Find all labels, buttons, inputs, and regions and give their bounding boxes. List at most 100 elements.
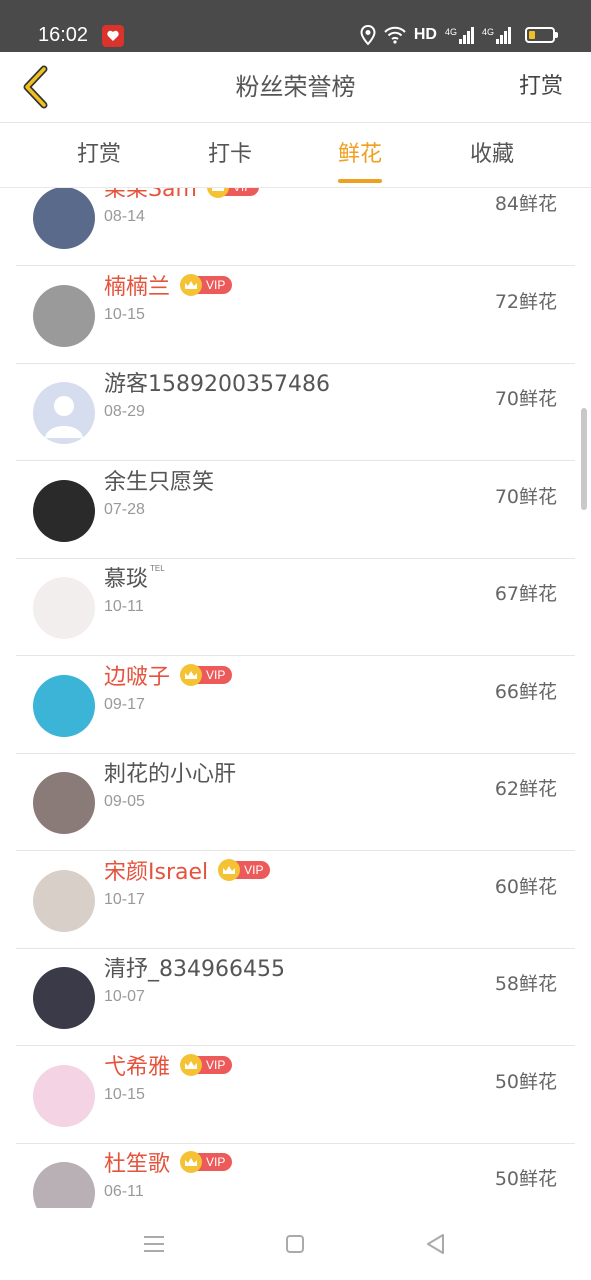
- name-line: 余生只愿笑: [104, 465, 214, 495]
- avatar[interactable]: [33, 479, 95, 542]
- name-line: 慕琰 TEL: [104, 562, 165, 592]
- fan-name[interactable]: 刺花的小心肝: [104, 756, 236, 788]
- app-notification-icon: [102, 25, 124, 47]
- avatar[interactable]: [33, 1162, 95, 1208]
- menu-icon: [144, 1236, 164, 1252]
- crown-icon: [180, 663, 203, 686]
- avatar[interactable]: [33, 772, 95, 834]
- fan-date: 09-05: [104, 793, 145, 810]
- home-button[interactable]: [277, 1226, 313, 1262]
- fan-date: 10-11: [104, 598, 144, 615]
- fan-name[interactable]: 游客1589200357486: [104, 366, 330, 398]
- fan-date: 10-15: [104, 305, 145, 323]
- fan-name[interactable]: 清抒_834966455: [104, 951, 285, 983]
- flower-count: 58鲜花: [494, 973, 557, 995]
- vip-badge: VIP: [180, 273, 233, 296]
- tab-flowers-label: 鲜花: [337, 142, 382, 167]
- fan-name[interactable]: 杜笙歌: [104, 1146, 170, 1178]
- fan-date: 08-14: [104, 208, 145, 225]
- triangle-back-icon: [427, 1234, 444, 1254]
- fan-row[interactable]: 楠楠兰 VIP 10-15 72鲜花: [0, 267, 591, 364]
- name-line: 杜笙歌 VIP: [104, 1146, 233, 1178]
- square-icon: [286, 1235, 304, 1253]
- fan-date: 08-29: [104, 403, 145, 420]
- fan-date: 07-28: [104, 500, 145, 518]
- fan-name[interactable]: 慕琰: [104, 561, 148, 593]
- name-line: 宋颜Israel VIP: [104, 854, 271, 886]
- page-title: 粉丝荣誉榜: [235, 73, 356, 101]
- fan-row[interactable]: 弋希雅 VIP 10-15 50鲜花: [0, 1047, 591, 1144]
- name-line: 边啵子 VIP: [104, 659, 233, 691]
- fan-name[interactable]: 柒柒Sam: [104, 188, 197, 203]
- tab-checkin[interactable]: 打卡: [185, 123, 275, 187]
- avatar[interactable]: [33, 1064, 95, 1127]
- tab-reward-label: 打赏: [76, 142, 121, 167]
- status-icons: HD 4G 4G: [360, 24, 558, 46]
- active-tab-indicator: [338, 179, 382, 183]
- fan-row[interactable]: 游客1589200357486 08-29 70鲜花: [0, 364, 591, 461]
- reward-button[interactable]: 打赏: [519, 52, 563, 122]
- crown-icon: [206, 188, 229, 198]
- chevron-left-icon: [23, 65, 48, 109]
- fan-name[interactable]: 弋希雅: [104, 1049, 170, 1081]
- flower-count: 50鲜花: [494, 1070, 557, 1093]
- avatar[interactable]: [33, 577, 95, 639]
- tab-favorites[interactable]: 收藏: [447, 123, 537, 187]
- fan-row[interactable]: 杜笙歌 VIP 06-11 50鲜花: [0, 1144, 591, 1208]
- fan-row[interactable]: 边啵子 VIP 09-17 66鲜花: [0, 657, 591, 754]
- back-button[interactable]: [10, 60, 60, 114]
- fan-row[interactable]: 慕琰 TEL 10-11 67鲜花: [0, 559, 591, 656]
- crown-icon: [180, 273, 203, 296]
- avatar[interactable]: [33, 869, 95, 932]
- fan-date: 10-17: [104, 890, 145, 908]
- fan-name[interactable]: 楠楠兰: [104, 269, 170, 301]
- flower-count: 60鲜花: [494, 875, 557, 898]
- fan-date: 10-07: [104, 988, 145, 1005]
- fan-row[interactable]: 柒柒Sam VIP 08-14 84鲜花: [0, 188, 591, 266]
- avatar[interactable]: [33, 382, 95, 444]
- avatar[interactable]: [33, 674, 95, 737]
- tel-tag: TEL: [150, 564, 165, 573]
- flower-count: 70鲜花: [494, 388, 557, 410]
- avatar[interactable]: [33, 284, 95, 347]
- status-bar: 16:02 HD 4G 4G: [0, 0, 591, 52]
- location-icon: [360, 25, 376, 45]
- crown-icon: [180, 1053, 203, 1076]
- signal-icon-2: 4G: [481, 26, 511, 44]
- vip-badge: VIP: [180, 1151, 233, 1173]
- tab-bar: 打赏 打卡 鲜花 收藏: [0, 123, 591, 188]
- tab-favorites-label: 收藏: [469, 142, 514, 167]
- avatar[interactable]: [33, 188, 95, 249]
- avatar[interactable]: [33, 967, 95, 1029]
- fan-row[interactable]: 余生只愿笑 07-28 70鲜花: [0, 462, 591, 559]
- vip-badge: VIP: [180, 663, 233, 686]
- default-avatar-icon: [45, 396, 83, 438]
- battery-icon: [525, 27, 558, 43]
- fan-ranking-list: 柒柒Sam VIP 08-14 84鲜花 楠楠兰 VIP 10-15 72鲜花 …: [0, 188, 591, 1208]
- name-line: 游客1589200357486: [104, 367, 330, 397]
- vip-badge: VIP: [180, 1053, 233, 1076]
- tab-flowers[interactable]: 鲜花: [315, 123, 405, 187]
- status-time: 16:02: [38, 24, 89, 46]
- fan-name[interactable]: 边啵子: [104, 659, 170, 691]
- vip-badge: VIP: [206, 188, 260, 198]
- fan-name[interactable]: 宋颜Israel: [104, 854, 208, 886]
- fan-row[interactable]: 清抒_834966455 10-07 58鲜花: [0, 949, 591, 1046]
- flower-count: 67鲜花: [494, 583, 557, 605]
- name-line: 刺花的小心肝: [104, 757, 236, 787]
- scrollbar[interactable]: [581, 408, 587, 510]
- fan-row[interactable]: 刺花的小心肝 09-05 62鲜花: [0, 754, 591, 851]
- name-line: 弋希雅 VIP: [104, 1049, 233, 1081]
- fan-date: 09-17: [104, 695, 145, 713]
- hd-indicator: HD: [413, 26, 437, 43]
- crown-icon: [218, 858, 241, 881]
- fan-row[interactable]: 宋颜Israel VIP 10-17 60鲜花: [0, 852, 591, 949]
- flower-count: 72鲜花: [494, 290, 557, 313]
- menu-button[interactable]: [136, 1226, 172, 1262]
- network-type-2: 4G: [481, 26, 494, 37]
- flower-count: 70鲜花: [494, 485, 557, 508]
- back-nav-button[interactable]: [417, 1226, 453, 1262]
- flower-count: 62鲜花: [494, 778, 557, 800]
- fan-name[interactable]: 余生只愿笑: [104, 464, 214, 496]
- tab-reward[interactable]: 打赏: [54, 123, 144, 187]
